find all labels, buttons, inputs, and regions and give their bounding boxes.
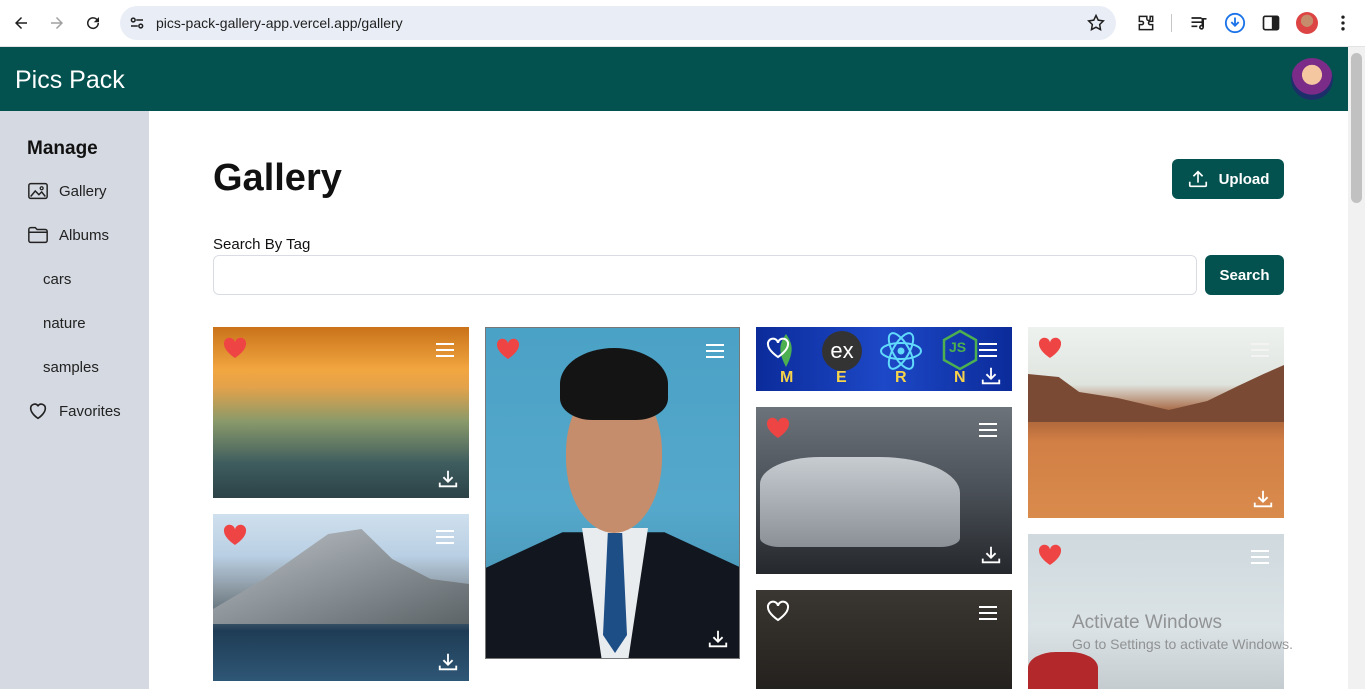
car-shape <box>760 457 960 547</box>
sidebar-album-nature[interactable]: nature <box>43 315 86 332</box>
heart-filled-icon[interactable] <box>223 524 247 546</box>
toolbar-divider <box>1171 14 1172 32</box>
arrow-right-icon <box>51 17 63 29</box>
browser-menu-button[interactable] <box>1332 12 1354 34</box>
kebab-menu-icon <box>1341 15 1345 31</box>
back-button[interactable] <box>8 10 34 36</box>
download-icon[interactable] <box>437 651 459 673</box>
sidebar-item-label: Gallery <box>59 182 107 200</box>
page-scrollbar[interactable] <box>1348 47 1365 689</box>
heart-filled-icon[interactable] <box>223 337 247 359</box>
hamburger-menu-icon[interactable] <box>435 529 455 545</box>
browser-toolbar: pics-pack-gallery-app.vercel.app/gallery <box>0 0 1365 47</box>
mountain-shape <box>213 529 469 624</box>
logo-letter-r: R <box>895 369 907 386</box>
sidebar: Manage Gallery Albums cars nature sample… <box>0 111 149 689</box>
heart-filled-icon[interactable] <box>766 417 790 439</box>
profile-avatar <box>1296 12 1318 34</box>
scrollbar-thumb[interactable] <box>1351 53 1362 203</box>
sidebar-item-gallery[interactable]: Gallery <box>27 179 107 203</box>
car-shape <box>1028 652 1098 689</box>
profile-button[interactable] <box>1296 12 1318 34</box>
gallery-image-card[interactable] <box>213 327 469 498</box>
site-settings-icon[interactable] <box>128 14 146 32</box>
url-text: pics-pack-gallery-app.vercel.app/gallery <box>156 15 403 31</box>
gallery-image-card[interactable] <box>756 407 1012 574</box>
bookmark-star-icon[interactable] <box>1086 13 1106 33</box>
puzzle-icon <box>1138 15 1154 31</box>
gallery-image-card[interactable]: ex JS M E R N <box>756 327 1012 391</box>
windows-activation-watermark: Activate Windows Go to Settings to activ… <box>1072 612 1293 652</box>
hamburger-menu-icon[interactable] <box>1250 549 1270 565</box>
heart-outline-icon[interactable] <box>766 600 790 622</box>
sidebar-item-favorites[interactable]: Favorites <box>27 399 121 423</box>
express-logo: ex <box>822 331 862 371</box>
search-label: Search By Tag <box>213 236 311 253</box>
download-icon[interactable] <box>980 365 1002 387</box>
search-input[interactable] <box>213 255 1197 295</box>
logo-letter-n: N <box>954 369 966 386</box>
side-panel-icon <box>1262 15 1280 31</box>
folder-icon <box>28 226 48 244</box>
side-panel-button[interactable] <box>1260 12 1282 34</box>
downloads-button[interactable] <box>1224 12 1246 34</box>
sidebar-item-albums[interactable]: Albums <box>27 223 109 247</box>
hamburger-menu-icon[interactable] <box>435 342 455 358</box>
app-header: Pics Pack <box>0 47 1348 111</box>
rock-formation <box>1028 365 1284 422</box>
playlist-icon <box>1191 17 1207 30</box>
brand-title[interactable]: Pics Pack <box>15 66 125 95</box>
page-title: Gallery <box>213 157 342 199</box>
search-button[interactable]: Search <box>1205 255 1284 295</box>
hamburger-menu-icon[interactable] <box>978 342 998 358</box>
upload-icon <box>1188 170 1207 188</box>
upload-button[interactable]: Upload <box>1172 159 1284 199</box>
upload-label: Upload <box>1218 170 1270 188</box>
download-icon[interactable] <box>980 544 1002 566</box>
sidebar-title: Manage <box>27 138 98 159</box>
extensions-button[interactable] <box>1135 12 1157 34</box>
heart-filled-icon[interactable] <box>1038 337 1062 359</box>
hamburger-menu-icon[interactable] <box>1250 342 1270 358</box>
media-control-button[interactable] <box>1188 12 1210 34</box>
hamburger-menu-icon[interactable] <box>978 422 998 438</box>
download-icon[interactable] <box>707 628 729 650</box>
react-logo-icon <box>880 332 922 370</box>
sidebar-album-cars[interactable]: cars <box>43 271 71 288</box>
hamburger-menu-icon[interactable] <box>705 343 725 359</box>
sidebar-item-label: Favorites <box>59 402 121 420</box>
sidebar-item-label: Albums <box>59 226 110 244</box>
gallery-image-card[interactable] <box>756 590 1012 689</box>
heart-filled-icon[interactable] <box>1038 544 1062 566</box>
portrait-hair <box>560 348 668 420</box>
reload-button[interactable] <box>80 10 106 36</box>
forward-button[interactable] <box>44 10 70 36</box>
nodejs-logo-text: JS <box>949 339 967 355</box>
user-avatar[interactable] <box>1291 58 1333 100</box>
download-circle-icon <box>1224 12 1246 34</box>
download-icon[interactable] <box>1252 488 1274 510</box>
image-icon <box>28 182 48 200</box>
sidebar-album-samples[interactable]: samples <box>43 359 99 376</box>
gallery-image-card[interactable] <box>213 514 469 681</box>
heart-outline-icon <box>29 403 47 420</box>
watermark-title: Activate Windows <box>1072 612 1222 633</box>
gallery-image-card[interactable] <box>1028 327 1284 518</box>
hamburger-menu-icon[interactable] <box>978 605 998 621</box>
watermark-subtitle: Go to Settings to activate Windows. <box>1072 636 1293 652</box>
arrow-left-icon <box>15 17 27 29</box>
gallery-image-card[interactable] <box>485 327 740 659</box>
heart-filled-icon[interactable] <box>496 338 520 360</box>
logo-letter-e: E <box>836 369 847 386</box>
heart-outline-icon[interactable] <box>766 337 790 359</box>
address-bar[interactable]: pics-pack-gallery-app.vercel.app/gallery <box>120 6 1116 40</box>
logo-letter-m: M <box>780 369 794 386</box>
download-icon[interactable] <box>437 468 459 490</box>
reload-icon <box>87 17 100 30</box>
